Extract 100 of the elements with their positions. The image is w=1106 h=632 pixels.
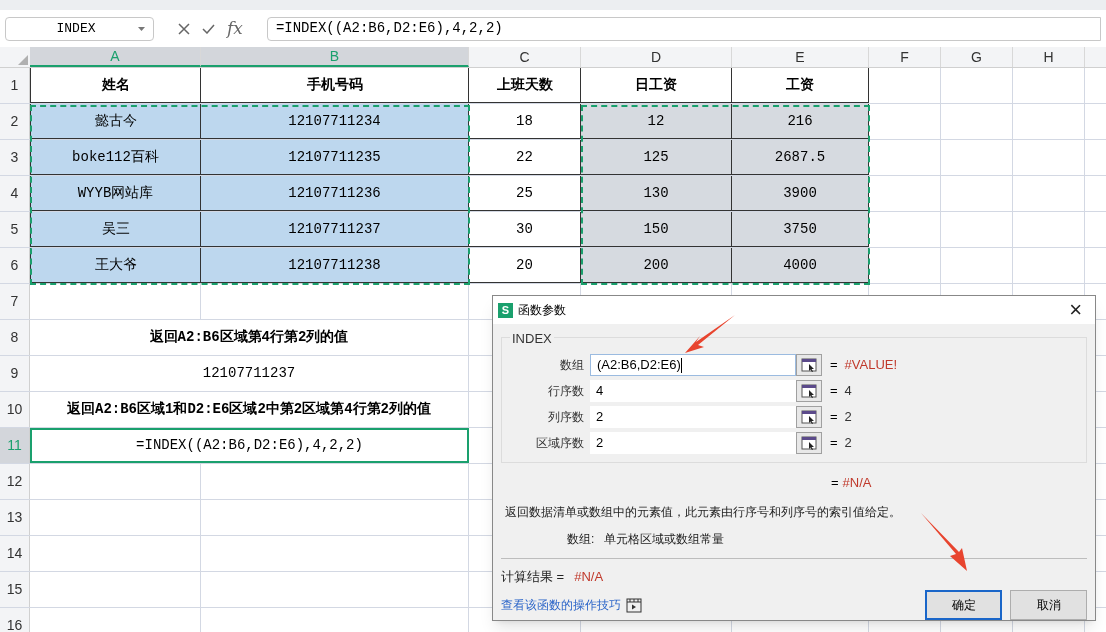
table-cell: 王大爷 <box>30 248 201 283</box>
dialog-title: 函数参数 <box>518 302 566 319</box>
table-cell: 工资 <box>732 68 869 103</box>
table-cell: WYYB网站库 <box>30 176 201 211</box>
table-cell: 125 <box>581 140 732 175</box>
row-header[interactable]: 16 <box>0 608 30 632</box>
equals-sign: = <box>830 356 838 375</box>
table-cell: 12107711237 <box>201 212 469 247</box>
merged-cell: 返回A2:B6区域1和D2:E6区域2中第2区域第4行第2列的值 <box>30 392 469 427</box>
range-select-button[interactable] <box>796 432 822 454</box>
row-header[interactable]: 12 <box>0 464 30 499</box>
table-cell: 手机号码 <box>201 68 469 103</box>
table-cell: 懿古今 <box>30 104 201 139</box>
cancel-icon[interactable] <box>178 22 190 35</box>
row-header[interactable]: 7 <box>0 284 30 319</box>
row-header[interactable]: 1 <box>0 68 30 103</box>
column-header[interactable]: E <box>732 47 869 67</box>
table-cell: 12107711234 <box>201 104 469 139</box>
table-cell: 12 <box>581 104 732 139</box>
argument-value: (A2:B6,D2:E6) <box>597 356 681 375</box>
table-cell: boke112百科 <box>30 140 201 175</box>
argument-field[interactable]: 4 <box>590 380 796 402</box>
row-header[interactable]: 2 <box>0 104 30 139</box>
formula-field[interactable]: =INDEX((A2:B6,D2:E6),4,2,2) <box>266 16 1101 41</box>
row-header[interactable]: 6 <box>0 248 30 283</box>
argument-label: 列序数 <box>547 409 585 426</box>
video-icon[interactable] <box>626 597 642 613</box>
row-header[interactable]: 15 <box>0 572 30 607</box>
row-header[interactable]: 8 <box>0 320 30 355</box>
formula-result: #N/A <box>842 474 872 492</box>
function-tips-link[interactable]: 查看该函数的操作技巧 <box>501 596 621 614</box>
argument-result: 2 <box>844 408 852 427</box>
column-header[interactable]: H <box>1013 47 1085 67</box>
merged-cell: =INDEX((A2:B6,D2:E6),4,2,2) <box>30 428 469 463</box>
argument-field[interactable]: 2 <box>590 406 796 428</box>
table-cell: 200 <box>581 248 732 283</box>
column-header[interactable]: F <box>869 47 941 67</box>
argument-result: #VALUE! <box>844 356 898 375</box>
range-select-button[interactable] <box>796 406 822 428</box>
checkmark-icon[interactable] <box>202 23 215 34</box>
table-cell: 30 <box>469 212 581 247</box>
dialog-button[interactable]: 确定 <box>925 590 1002 620</box>
argument-value: 2 <box>596 408 604 427</box>
table-cell: 3750 <box>732 212 869 247</box>
column-header[interactable]: D <box>581 47 732 67</box>
equals-sign: = <box>831 474 839 492</box>
table-cell: 12107711236 <box>201 176 469 211</box>
table-cell: 150 <box>581 212 732 247</box>
argument-label: 行序数 <box>547 383 585 400</box>
close-button[interactable]: × <box>1061 299 1090 321</box>
argument-result: 2 <box>844 434 852 453</box>
table-cell: 20 <box>469 248 581 283</box>
table-cell: 2687.5 <box>732 140 869 175</box>
name-box[interactable]: INDEX <box>5 16 154 41</box>
range-select-button[interactable] <box>796 380 822 402</box>
table-cell: 3900 <box>732 176 869 211</box>
argument-field[interactable]: 2 <box>590 432 796 454</box>
function-button[interactable]: fx <box>227 15 243 42</box>
calc-result-label: 计算结果 = <box>501 567 565 586</box>
argument-value: 2 <box>596 434 604 453</box>
column-header[interactable]: G <box>941 47 1013 67</box>
argument-help-label: 数组: <box>567 530 595 548</box>
table-cell: 22 <box>469 140 581 175</box>
text-cursor <box>680 357 682 373</box>
app-icon: S <box>498 302 513 318</box>
table-cell: 216 <box>732 104 869 139</box>
argument-field[interactable]: (A2:B6,D2:E6) <box>590 354 796 376</box>
argument-label: 区域序数 <box>535 435 585 452</box>
equals-sign: = <box>830 434 838 453</box>
table-cell: 日工资 <box>581 68 732 103</box>
table-cell: 25 <box>469 176 581 211</box>
column-header[interactable]: C <box>469 47 581 67</box>
table-cell: 12107711238 <box>201 248 469 283</box>
name-box-value: INDEX <box>55 19 97 38</box>
merged-cell: 返回A2:B6区域第4行第2列的值 <box>30 320 469 355</box>
merged-cell: 12107711237 <box>30 356 469 391</box>
range-select-button[interactable] <box>796 354 822 376</box>
table-cell: 上班天数 <box>469 68 581 103</box>
table-cell: 130 <box>581 176 732 211</box>
table-cell: 姓名 <box>30 68 201 103</box>
table-cell: 12107711235 <box>201 140 469 175</box>
equals-sign: = <box>830 382 838 401</box>
argument-help-text: 单元格区域或数组常量 <box>604 530 725 548</box>
table-cell: 4000 <box>732 248 869 283</box>
function-description: 返回数据清单或数组中的元素值，此元素由行序号和列序号的索引值给定。 <box>505 503 902 521</box>
argument-result: 4 <box>844 382 852 401</box>
row-header[interactable]: 9 <box>0 356 30 391</box>
dropdown-caret-icon[interactable] <box>138 26 145 31</box>
row-header[interactable]: 14 <box>0 536 30 571</box>
table-cell: 18 <box>469 104 581 139</box>
row-header[interactable]: 10 <box>0 392 30 427</box>
row-header[interactable]: 3 <box>0 140 30 175</box>
table-cell: 吴三 <box>30 212 201 247</box>
equals-sign: = <box>830 408 838 427</box>
row-header[interactable]: 5 <box>0 212 30 247</box>
dialog-button[interactable]: 取消 <box>1010 590 1087 620</box>
argument-value: 4 <box>596 382 604 401</box>
row-header[interactable]: 4 <box>0 176 30 211</box>
row-header[interactable]: 13 <box>0 500 30 535</box>
argument-label: 数组 <box>559 357 585 374</box>
